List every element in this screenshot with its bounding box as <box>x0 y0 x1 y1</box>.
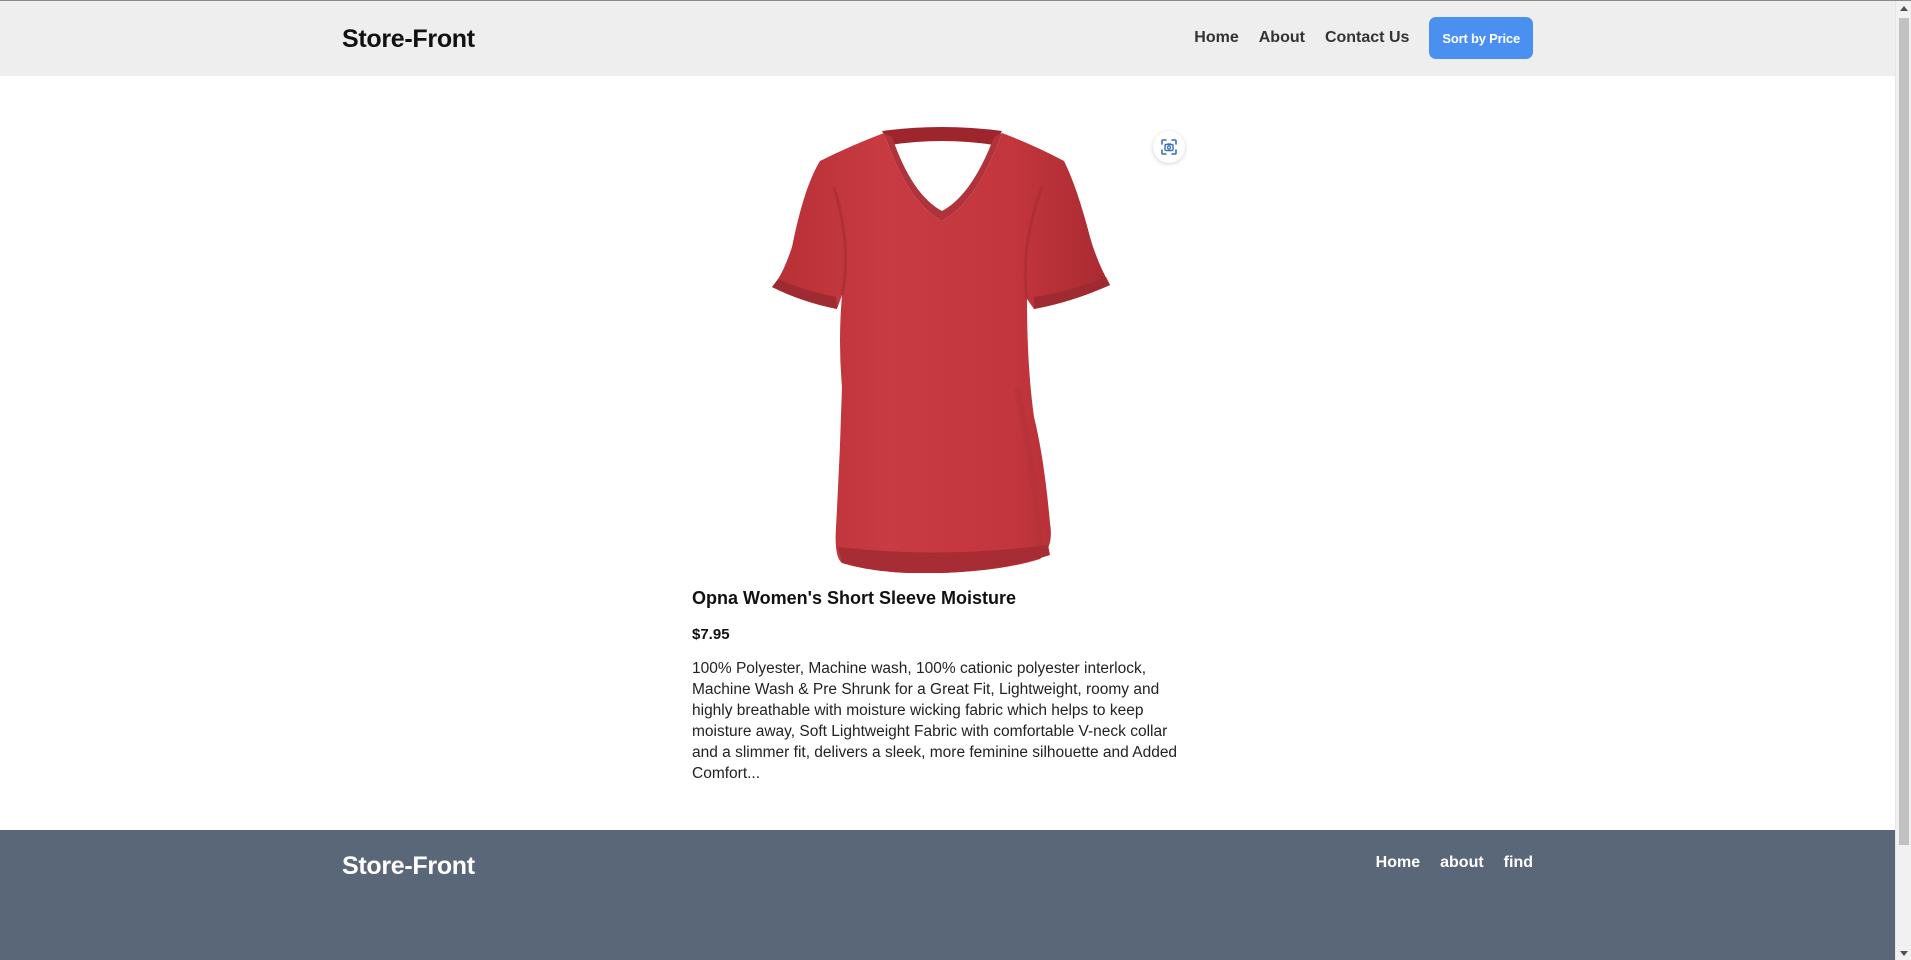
product-image[interactable] <box>772 127 1112 573</box>
product-card: Opna Women's Short Sleeve Moisture $7.95… <box>692 119 1202 784</box>
site-header: Store-Front Home About Contact Us Sort b… <box>0 1 1895 76</box>
product-description: 100% Polyester, Machine wash, 100% catio… <box>692 660 1178 782</box>
browser-viewport: Store-Front Home About Contact Us Sort b… <box>0 0 1911 960</box>
product-image-container <box>692 119 1202 574</box>
footer-nav: Home about find <box>1376 854 1533 872</box>
main-nav: Home About Contact Us Sort by Price <box>1194 17 1533 59</box>
scroll-up-arrow-icon[interactable] <box>1900 6 1908 11</box>
footer-brand-logo[interactable]: Store-Front <box>342 852 475 881</box>
footer-find-link[interactable]: find <box>1504 854 1533 872</box>
vertical-scrollbar[interactable] <box>1895 1 1911 960</box>
scroll-down-arrow-icon[interactable] <box>1900 951 1908 956</box>
nav-about-link[interactable]: About <box>1259 29 1305 47</box>
footer-about-link[interactable]: about <box>1440 854 1484 872</box>
product-price: $7.95 <box>692 626 730 643</box>
page: Store-Front Home About Contact Us Sort b… <box>0 1 1895 960</box>
footer-home-link[interactable]: Home <box>1376 854 1420 872</box>
scrollbar-thumb[interactable] <box>1899 18 1909 845</box>
site-footer: Store-Front Home about find <box>0 830 1895 960</box>
nav-contact-link[interactable]: Contact Us <box>1325 29 1409 47</box>
camera-scan-icon <box>1161 139 1177 155</box>
visual-search-button[interactable] <box>1153 131 1185 163</box>
brand-logo[interactable]: Store-Front <box>342 25 475 54</box>
sort-by-price-button[interactable]: Sort by Price <box>1429 17 1533 59</box>
nav-home-link[interactable]: Home <box>1194 29 1238 47</box>
product-title[interactable]: Opna Women's Short Sleeve Moisture <box>692 588 1202 609</box>
